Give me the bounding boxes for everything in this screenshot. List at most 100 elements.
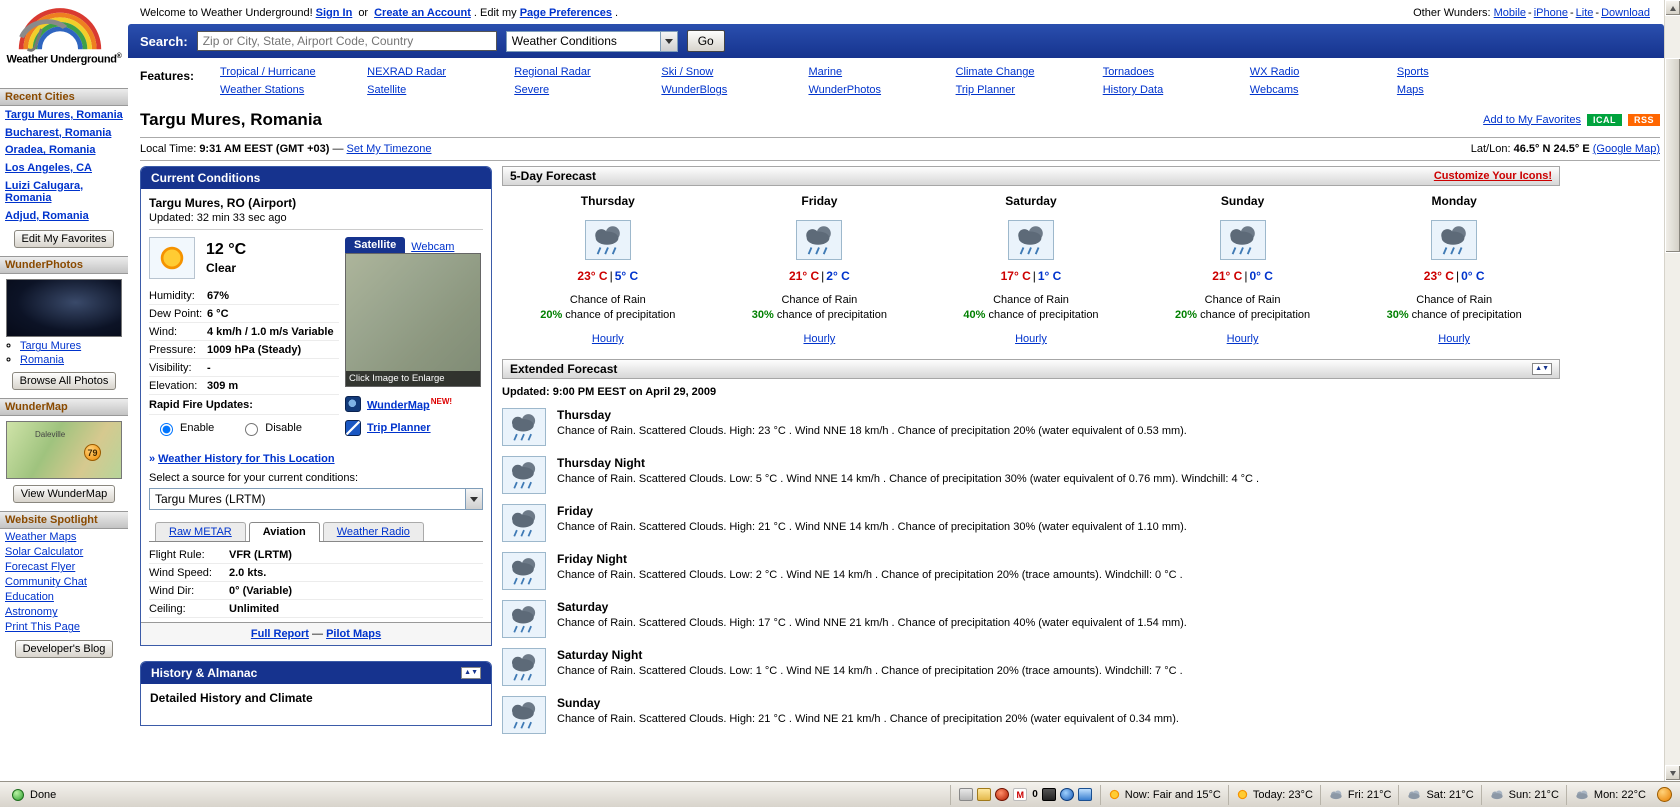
spotlight-link[interactable]: Astronomy — [0, 604, 128, 619]
sidebar-item-recent-city[interactable]: Bucharest, Romania — [0, 124, 128, 142]
mail-icon[interactable] — [977, 788, 991, 801]
sidebar-item-recent-city[interactable]: Luizi Calugara, Romania — [0, 177, 128, 207]
disable-radio[interactable] — [245, 423, 258, 436]
sidebar-item-recent-city[interactable]: Oradea, Romania — [0, 141, 128, 159]
sidebar-item-recent-city[interactable]: Los Angeles, CA — [0, 159, 128, 177]
enable-radio[interactable] — [160, 423, 173, 436]
pilot-maps-link[interactable]: Pilot Maps — [326, 628, 381, 640]
add-to-favorites-link[interactable]: Add to My Favorites — [1483, 114, 1581, 126]
rain-cloud-icon[interactable] — [1220, 220, 1266, 260]
scroll-down-icon[interactable] — [1665, 765, 1680, 781]
feature-link-wunderphotos[interactable]: WunderPhotos — [808, 84, 955, 96]
tray-weather-sat[interactable]: Sat: 21°C — [1398, 785, 1480, 805]
feature-link-marine[interactable]: Marine — [808, 66, 955, 78]
rain-cloud-icon[interactable] — [585, 220, 631, 260]
tab-aviation[interactable]: Aviation — [249, 522, 320, 542]
rain-cloud-icon[interactable] — [796, 220, 842, 260]
tray-weather-fri[interactable]: Fri: 21°C — [1320, 785, 1399, 805]
spotlight-link[interactable]: Education — [0, 589, 128, 604]
chevron-down-icon[interactable] — [660, 32, 677, 51]
wundermap-thumbnail[interactable]: Daleville 79 — [6, 421, 122, 479]
tray-weather-sun[interactable]: Sun: 21°C — [1481, 785, 1566, 805]
feature-link-webcams[interactable]: Webcams — [1250, 84, 1397, 96]
clock-icon[interactable] — [1657, 787, 1672, 802]
edit-my-favorites-button[interactable]: Edit My Favorites — [14, 230, 115, 248]
photo-link-country[interactable]: Romania — [20, 354, 64, 366]
spotlight-link[interactable]: Forecast Flyer — [0, 559, 128, 574]
chevron-down-icon[interactable] — [465, 489, 482, 509]
tab-raw-metar[interactable]: Raw METAR — [155, 522, 246, 541]
developers-blog-button[interactable]: Developer's Blog — [15, 640, 114, 658]
rapid-fire-disable[interactable]: Disable — [240, 420, 302, 436]
customize-icons-link[interactable]: Customize Your Icons! — [1434, 170, 1552, 182]
full-report-link[interactable]: Full Report — [251, 628, 309, 640]
sign-in-link[interactable]: Sign In — [316, 7, 353, 19]
wunderphoto-thumbnail[interactable] — [6, 279, 122, 337]
tab-webcam[interactable]: Webcam — [411, 241, 454, 253]
weather-underground-logo[interactable]: Weather Underground® — [0, 0, 128, 88]
go-button[interactable]: Go — [687, 30, 725, 52]
create-account-link[interactable]: Create an Account — [374, 7, 471, 19]
rapid-fire-enable[interactable]: Enable — [155, 420, 214, 436]
feature-link-severe[interactable]: Severe — [514, 84, 661, 96]
wundermap-link[interactable]: WunderMap — [367, 399, 430, 411]
feature-link-ski-snow[interactable]: Ski / Snow — [661, 66, 808, 78]
feature-link-wunderblogs[interactable]: WunderBlogs — [661, 84, 808, 96]
feature-link-weather-stations[interactable]: Weather Stations — [220, 84, 367, 96]
download-link[interactable]: Download — [1601, 7, 1650, 19]
spotlight-link[interactable]: Weather Maps — [0, 529, 128, 544]
feature-link-history-data[interactable]: History Data — [1103, 84, 1250, 96]
lite-link[interactable]: Lite — [1576, 7, 1601, 19]
rain-cloud-icon[interactable] — [1008, 220, 1054, 260]
rain-cloud-icon[interactable] — [1431, 220, 1477, 260]
weather-history-link[interactable]: Weather History for This Location — [158, 453, 334, 465]
hourly-link[interactable]: Hourly — [1015, 333, 1047, 345]
spotlight-link[interactable]: Community Chat — [0, 574, 128, 589]
hourly-link[interactable]: Hourly — [1438, 333, 1470, 345]
collapse-icon[interactable]: ▲▼ — [1532, 363, 1552, 375]
flag-icon[interactable] — [1042, 788, 1056, 801]
ical-badge[interactable]: ICAL — [1587, 114, 1622, 126]
feature-link-tornadoes[interactable]: Tornadoes — [1103, 66, 1250, 78]
tray-weather-today[interactable]: Today: 23°C — [1228, 785, 1320, 805]
antivirus-icon[interactable] — [995, 788, 1009, 801]
browse-all-photos-button[interactable]: Browse All Photos — [12, 372, 117, 390]
feature-link-climate-change[interactable]: Climate Change — [956, 66, 1103, 78]
scroll-up-icon[interactable] — [1665, 0, 1680, 16]
page-preferences-link[interactable]: Page Preferences — [520, 7, 612, 19]
spotlight-link[interactable]: Print This Page — [0, 619, 128, 634]
tray-weather-now[interactable]: Now: Fair and 15°C — [1100, 785, 1228, 805]
hourly-link[interactable]: Hourly — [592, 333, 624, 345]
feature-link-sports[interactable]: Sports — [1397, 66, 1544, 78]
feature-link-tropical[interactable]: Tropical / Hurricane — [220, 66, 367, 78]
tab-satellite[interactable]: Satellite — [345, 237, 405, 253]
sidebar-item-recent-city[interactable]: Adjud, Romania — [0, 207, 128, 225]
mobile-link[interactable]: Mobile — [1494, 7, 1534, 19]
feature-link-wx-radio[interactable]: WX Radio — [1250, 66, 1397, 78]
tab-weather-radio[interactable]: Weather Radio — [323, 522, 424, 541]
network-monitors-icon[interactable] — [1078, 788, 1092, 801]
satellite-image[interactable]: Click Image to Enlarge — [345, 253, 481, 387]
hourly-link[interactable]: Hourly — [803, 333, 835, 345]
feature-link-trip-planner[interactable]: Trip Planner — [956, 84, 1103, 96]
photo-link-city[interactable]: Targu Mures — [20, 340, 81, 352]
keyboard-layout-icon[interactable] — [959, 788, 973, 801]
vertical-scrollbar[interactable] — [1664, 0, 1680, 781]
set-timezone-link[interactable]: Set My Timezone — [347, 143, 432, 155]
feature-link-nexrad[interactable]: NEXRAD Radar — [367, 66, 514, 78]
collapse-icon[interactable]: ▲▼ — [461, 667, 481, 679]
search-category-select[interactable]: Weather Conditions — [506, 31, 678, 52]
iphone-link[interactable]: iPhone — [1534, 7, 1576, 19]
sidebar-item-recent-city[interactable]: Targu Mures, Romania — [0, 106, 128, 124]
search-input[interactable] — [197, 31, 497, 51]
rss-badge[interactable]: RSS — [1628, 114, 1660, 126]
tray-weather-mon[interactable]: Mon: 22°C — [1566, 785, 1653, 805]
google-map-link[interactable]: (Google Map) — [1593, 143, 1660, 155]
gmail-notifier-icon[interactable]: M — [1013, 788, 1027, 801]
network-globe-icon[interactable] — [1060, 788, 1074, 801]
station-source-select[interactable]: Targu Mures (LRTM) — [149, 488, 483, 510]
feature-link-regional-radar[interactable]: Regional Radar — [514, 66, 661, 78]
trip-planner-link[interactable]: Trip Planner — [367, 422, 431, 434]
spotlight-link[interactable]: Solar Calculator — [0, 544, 128, 559]
hourly-link[interactable]: Hourly — [1227, 333, 1259, 345]
